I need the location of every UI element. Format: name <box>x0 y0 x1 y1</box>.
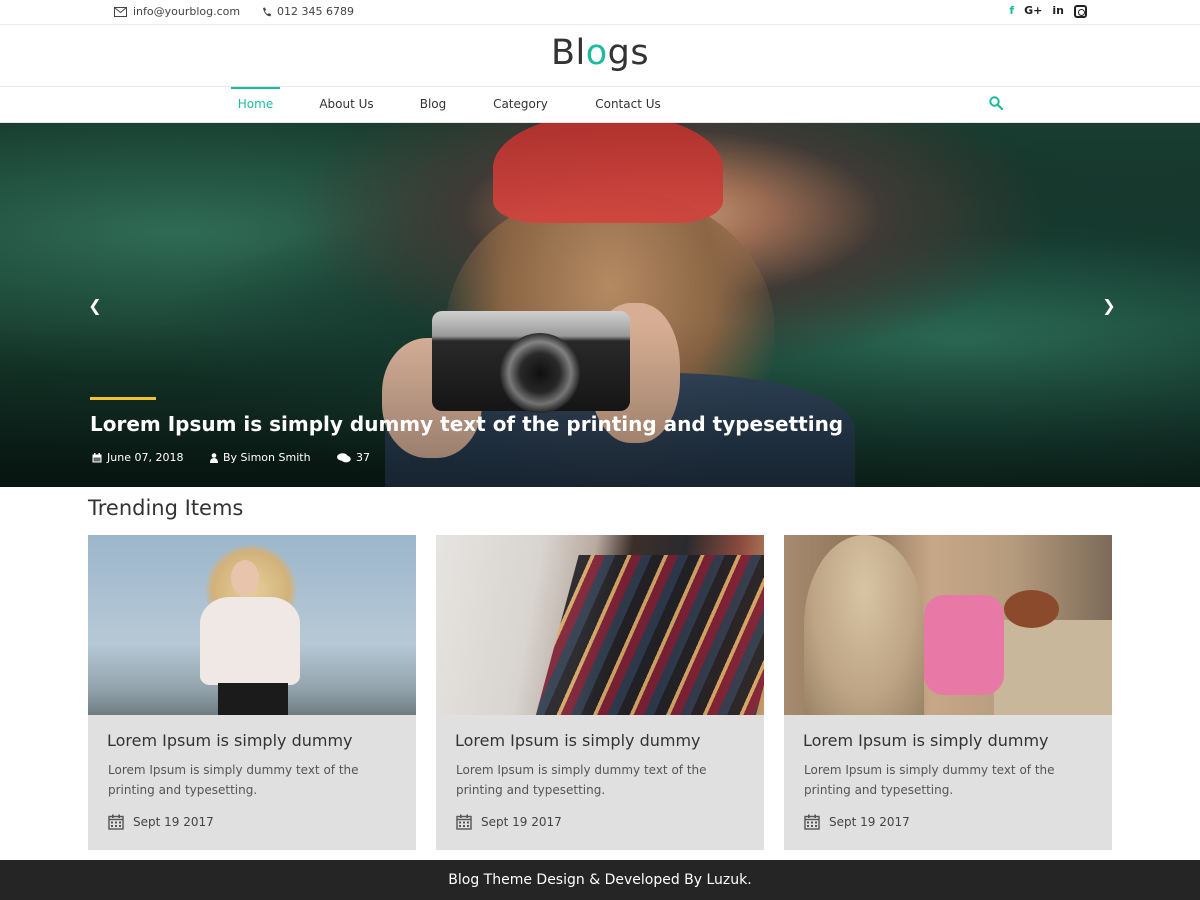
header-logo-area: Blogs <box>0 26 1200 86</box>
card-image-child <box>924 595 1004 695</box>
footer-credit: Blog Theme Design & Developed By Luzuk. <box>448 872 752 888</box>
top-bar: info@yourblog.com 012 345 6789 f G+ in <box>0 0 1200 25</box>
card-date-text: Sept 19 2017 <box>133 815 214 829</box>
envelope-icon <box>114 6 127 17</box>
card-date: Sept 19 2017 <box>804 814 910 830</box>
card-title[interactable]: Lorem Ipsum is simply dummy <box>455 731 701 750</box>
site-logo[interactable]: Blogs <box>551 33 649 73</box>
hero-date-text: June 07, 2018 <box>107 451 184 464</box>
hero-slider: ❮ ❯ Lorem Ipsum is simply dummy text of … <box>0 123 1200 487</box>
hero-author-text: By Simon Smith <box>223 451 311 464</box>
trending-title: Trending Items <box>88 496 244 520</box>
hero-accent-line <box>90 397 156 400</box>
card-date-text: Sept 19 2017 <box>481 815 562 829</box>
instagram-icon[interactable] <box>1074 4 1087 18</box>
hero-comments-count: 37 <box>356 451 370 464</box>
logo-text-accent: o <box>585 33 608 73</box>
nav-item-home[interactable]: Home <box>231 87 280 122</box>
logo-text-end: gs <box>607 33 650 73</box>
card-date: Sept 19 2017 <box>108 814 214 830</box>
card-image-dog <box>1004 590 1059 628</box>
nav-item-category[interactable]: Category <box>489 87 552 122</box>
trending-card[interactable]: Lorem Ipsum is simply dummy Lorem Ipsum … <box>784 535 1112 850</box>
email-text: info@yourblog.com <box>133 5 241 18</box>
card-image[interactable] <box>88 535 416 715</box>
footer: Blog Theme Design & Developed By Luzuk. <box>0 860 1200 900</box>
card-image-pants <box>218 683 288 715</box>
calendar-icon <box>804 814 820 830</box>
calendar-icon <box>108 814 124 830</box>
linkedin-icon[interactable]: in <box>1052 4 1064 18</box>
calendar-icon <box>456 814 472 830</box>
trending-card[interactable]: Lorem Ipsum is simply dummy Lorem Ipsum … <box>436 535 764 850</box>
nav-item-blog[interactable]: Blog <box>414 87 452 122</box>
nav-item-about-us[interactable]: About Us <box>315 87 378 122</box>
calendar-icon <box>92 452 102 462</box>
hero-comments[interactable]: 37 <box>337 451 370 464</box>
logo-text-start: Bl <box>550 33 586 73</box>
card-text: Lorem Ipsum is simply dummy text of the … <box>804 763 1055 797</box>
nav-item-contact-us[interactable]: Contact Us <box>590 87 666 122</box>
email-contact[interactable]: info@yourblog.com <box>114 5 240 18</box>
main-nav: Home About Us Blog Category Contact Us <box>0 86 1200 123</box>
card-image-top <box>200 597 300 685</box>
phone-text: 012 345 6789 <box>277 5 354 18</box>
card-image-cushion <box>994 620 1112 715</box>
card-text: Lorem Ipsum is simply dummy text of the … <box>456 763 707 797</box>
phone-icon <box>263 7 271 16</box>
card-image[interactable] <box>784 535 1112 715</box>
facebook-icon[interactable]: f <box>1009 4 1014 18</box>
social-links: f G+ in <box>1009 4 1087 18</box>
trending-card[interactable]: Lorem Ipsum is simply dummy Lorem Ipsum … <box>88 535 416 850</box>
google-plus-icon[interactable]: G+ <box>1024 4 1042 18</box>
card-image-face <box>231 560 259 596</box>
hero-title[interactable]: Lorem Ipsum is simply dummy text of the … <box>90 412 843 436</box>
card-text: Lorem Ipsum is simply dummy text of the … <box>108 763 359 797</box>
card-date: Sept 19 2017 <box>456 814 562 830</box>
chevron-left-icon[interactable]: ❮ <box>86 297 104 315</box>
chevron-right-icon[interactable]: ❯ <box>1100 297 1118 315</box>
card-image-clothes-rack <box>533 555 764 715</box>
phone-contact[interactable]: 012 345 6789 <box>262 5 354 18</box>
comments-icon <box>337 452 351 462</box>
user-icon <box>210 452 218 463</box>
card-date-text: Sept 19 2017 <box>829 815 910 829</box>
card-image-sofa <box>804 535 924 715</box>
card-image[interactable] <box>436 535 764 715</box>
search-icon[interactable] <box>989 96 1003 110</box>
hero-author[interactable]: By Simon Smith <box>210 451 311 464</box>
card-title[interactable]: Lorem Ipsum is simply dummy <box>107 731 353 750</box>
hero-date: June 07, 2018 <box>92 451 183 464</box>
card-title[interactable]: Lorem Ipsum is simply dummy <box>803 731 1049 750</box>
